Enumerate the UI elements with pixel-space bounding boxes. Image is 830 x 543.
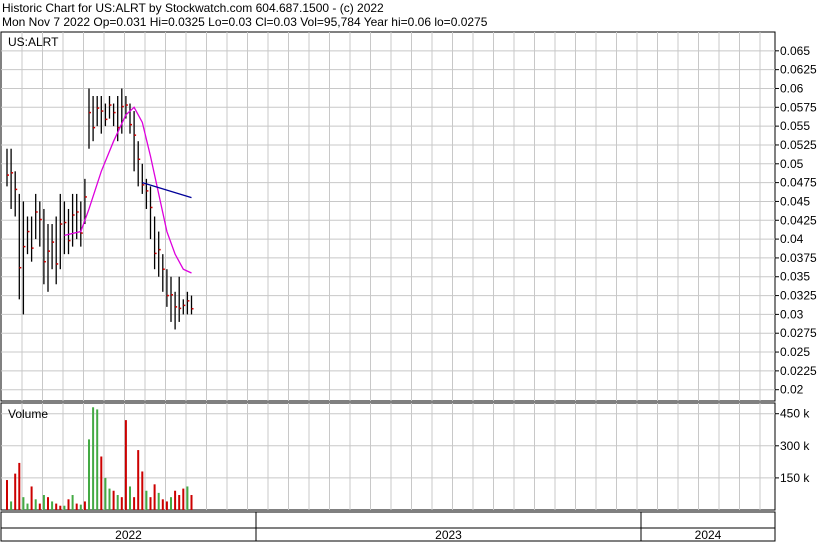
y-tick-label: 0.0325 <box>780 289 817 303</box>
price-panel <box>0 31 776 402</box>
y-tick-label: 0.0425 <box>780 213 817 227</box>
volume-bar <box>145 490 148 510</box>
y-tick-label: 0.025 <box>780 345 810 359</box>
volume-bar <box>104 477 107 510</box>
volume-bar <box>26 503 29 510</box>
symbol-label: US:ALRT <box>8 35 59 49</box>
volume-bar <box>63 505 66 510</box>
volume-bar <box>157 492 160 510</box>
volume-bar <box>18 462 21 510</box>
volume-tick-label: 300 k <box>780 439 810 453</box>
volume-bar <box>42 495 45 510</box>
volume-bar <box>137 450 140 510</box>
y-tick-label: 0.055 <box>780 119 810 133</box>
volume-bar <box>170 497 172 510</box>
y-tick-label: 0.035 <box>780 270 810 284</box>
volume-label: Volume <box>8 407 48 421</box>
volume-bar <box>88 439 90 510</box>
y-tick-label: 0.0625 <box>780 63 817 77</box>
volume-bar <box>182 488 185 510</box>
volume-bar <box>161 499 164 510</box>
volume-bar <box>96 409 99 510</box>
volume-panel <box>0 402 776 511</box>
volume-bar <box>51 501 54 510</box>
volume-bar <box>129 486 131 510</box>
chart-canvas: 0.065 0.0625 0.06 0.0575 0.055 0.0525 0.05 0.04… <box>0 31 817 542</box>
volume-bar <box>108 488 111 510</box>
y-tick-label: 0.03 <box>780 307 804 321</box>
y-tick-label: 0.04 <box>780 232 804 246</box>
y-tick-label: 0.0575 <box>780 100 817 114</box>
y-tick-label: 0.0275 <box>780 326 817 340</box>
volume-bar <box>190 495 193 510</box>
y-tick-label: 0.045 <box>780 194 810 208</box>
volume-bar <box>92 407 95 510</box>
volume-bar <box>6 480 8 510</box>
volume-bar <box>174 490 177 510</box>
y-tick-label: 0.06 <box>780 81 804 95</box>
volume-bar <box>133 497 136 510</box>
volume-bar <box>14 473 17 510</box>
volume-bar <box>149 497 152 510</box>
volume-bar <box>34 499 37 510</box>
volume-bar <box>186 486 189 510</box>
stock-chart: Historic Chart for US:ALRT by Stockwatch… <box>0 0 830 543</box>
volume-tick-label: 450 k <box>780 407 810 421</box>
volume-bar <box>112 490 115 510</box>
y-tick-label: 0.065 <box>780 44 810 58</box>
volume-bar <box>38 503 41 510</box>
volume-bar <box>120 497 123 510</box>
x-tick-label: 2022 <box>115 528 142 542</box>
y-tick-label: 0.05 <box>780 157 804 171</box>
y-tick-label: 0.0225 <box>780 364 817 378</box>
volume-bar <box>22 497 25 510</box>
x-tick-label: 2023 <box>435 528 462 542</box>
volume-bar <box>153 484 156 510</box>
volume-bar <box>67 499 70 510</box>
volume-bar <box>55 503 58 510</box>
volume-bar <box>178 495 181 510</box>
volume-bar <box>30 486 33 510</box>
volume-bar <box>71 495 74 510</box>
volume-bar <box>79 504 82 510</box>
volume-tick-label: 150 k <box>780 471 810 485</box>
volume-bar <box>141 471 144 510</box>
volume-bar <box>75 503 78 510</box>
volume-bar <box>100 456 103 510</box>
volume-bar <box>10 501 13 510</box>
volume-bar <box>165 501 168 510</box>
volume-bar <box>116 495 119 510</box>
volume-bar <box>83 501 86 510</box>
x-tick-label: 2024 <box>695 528 722 542</box>
volume-bar <box>124 420 127 510</box>
y-tick-label: 0.0475 <box>780 176 817 190</box>
volume-bar <box>59 505 62 510</box>
y-tick-label: 0.0525 <box>780 138 817 152</box>
volume-bar <box>47 497 49 510</box>
y-tick-label: 0.0375 <box>780 251 817 265</box>
y-tick-label: 0.02 <box>780 383 804 397</box>
